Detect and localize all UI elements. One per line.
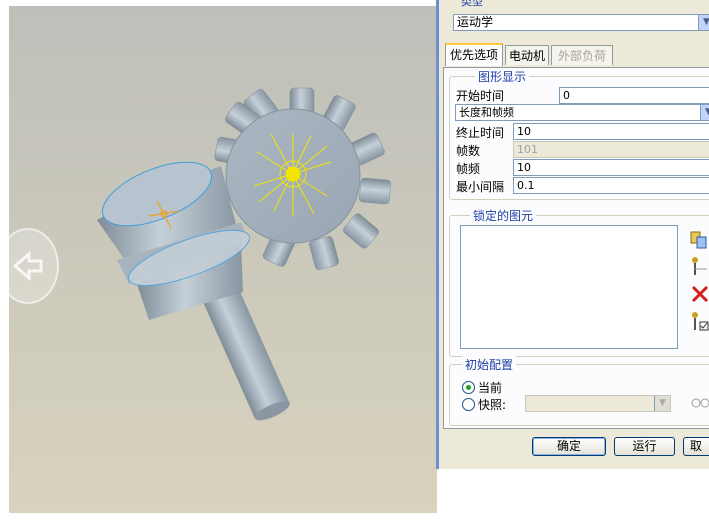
tab-preferences[interactable]: 优先选项: [445, 43, 503, 66]
min-interval-input[interactable]: 0.1: [513, 177, 709, 194]
frames-input: 101: [513, 141, 709, 158]
tab-external-loads: 外部负荷: [551, 45, 613, 65]
frame-rate-input[interactable]: 10: [513, 159, 709, 176]
chevron-down-icon[interactable]: ▼: [698, 15, 709, 30]
current-label: 当前: [478, 381, 503, 395]
snapshot-label: 快照:: [478, 398, 507, 412]
enable-check-icon[interactable]: [689, 310, 709, 332]
current-radio[interactable]: [462, 381, 475, 394]
select-body-icon[interactable]: [689, 229, 709, 251]
graph-display-title: 图形显示: [475, 68, 530, 85]
tab-motors[interactable]: 电动机: [505, 45, 549, 65]
type-label: 类型: [461, 0, 483, 8]
tab-bar: 优先选项 电动机 外部负荷: [445, 43, 709, 67]
delete-icon[interactable]: [689, 283, 709, 305]
type-select-value: 运动学: [457, 15, 494, 29]
start-time-label: 开始时间: [456, 89, 505, 103]
end-time-label: 终止时间: [456, 126, 505, 140]
run-button[interactable]: 运行: [614, 437, 675, 456]
locked-entities-list[interactable]: [460, 225, 678, 349]
model-viewport[interactable]: [9, 6, 437, 513]
end-time-input[interactable]: 10: [513, 123, 709, 140]
analysis-definition-dialog: 类型 运动学 ▼ 优先选项 电动机 外部负荷 图形显示 开始时间 0 长度和帧频…: [436, 0, 709, 469]
snapshot-select: ▼: [525, 395, 671, 412]
glasses-icon: [691, 398, 709, 408]
mode-select-value: 长度和帧频: [459, 106, 514, 119]
min-interval-label: 最小间隔: [456, 180, 505, 194]
frame-rate-label: 帧频: [456, 162, 481, 176]
select-connection-icon[interactable]: [689, 255, 709, 277]
chevron-down-icon[interactable]: ▼: [700, 105, 709, 120]
start-time-input[interactable]: 0: [559, 87, 709, 104]
snapshot-radio[interactable]: [462, 398, 475, 411]
initial-config-title: 初始配置: [462, 356, 517, 373]
ok-button[interactable]: 确定: [532, 437, 606, 456]
locked-entities-title: 锁定的图元: [470, 207, 537, 224]
arrow-left-icon: [12, 250, 43, 282]
type-select[interactable]: 运动学 ▼: [453, 14, 709, 31]
cancel-button[interactable]: 取: [683, 437, 709, 456]
chevron-down-icon: ▼: [654, 396, 670, 411]
gear-mechanism-model: [97, 87, 391, 421]
mode-select[interactable]: 长度和帧频 ▼: [455, 104, 709, 121]
frames-label: 帧数: [456, 144, 481, 158]
